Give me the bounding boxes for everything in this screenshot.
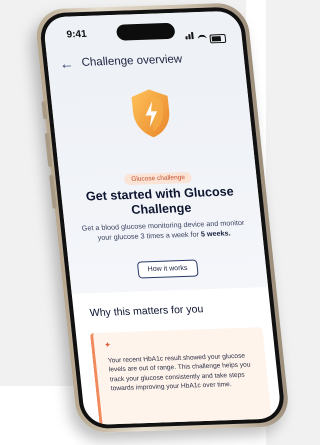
why-card-text: Your recent HbA1c result showed your glu… [107,352,251,393]
phone-device: 9:41 ← Challenge overview Glucose challe… [33,2,291,434]
dynamic-island [115,22,176,41]
challenge-title: Get started with Glucose Challenge [85,184,235,217]
challenge-hero: Glucose challenge Get started with Gluco… [49,72,269,294]
page-title: Challenge overview [81,53,183,69]
status-time: 9:41 [66,28,88,41]
signal-icon [184,26,195,44]
wifi-icon [197,34,208,44]
challenge-badge: Glucose challenge [123,171,193,186]
description-duration: 5 weeks. [200,228,232,239]
status-icons [184,25,227,44]
sparkle-icon: ✦ [103,340,112,350]
why-section-title: Why this matters for you [89,303,204,320]
challenge-description: Get a blood glucose monitoring device an… [78,218,248,244]
why-card: ✦ Your recent HbA1c result showed your g… [89,327,275,426]
phone-mockup: 9:41 ← Challenge overview Glucose challe… [0,0,291,445]
how-it-works-button[interactable]: How it works [136,259,199,279]
shield-icon [127,87,177,140]
arrow-left-icon[interactable]: ← [59,55,75,71]
